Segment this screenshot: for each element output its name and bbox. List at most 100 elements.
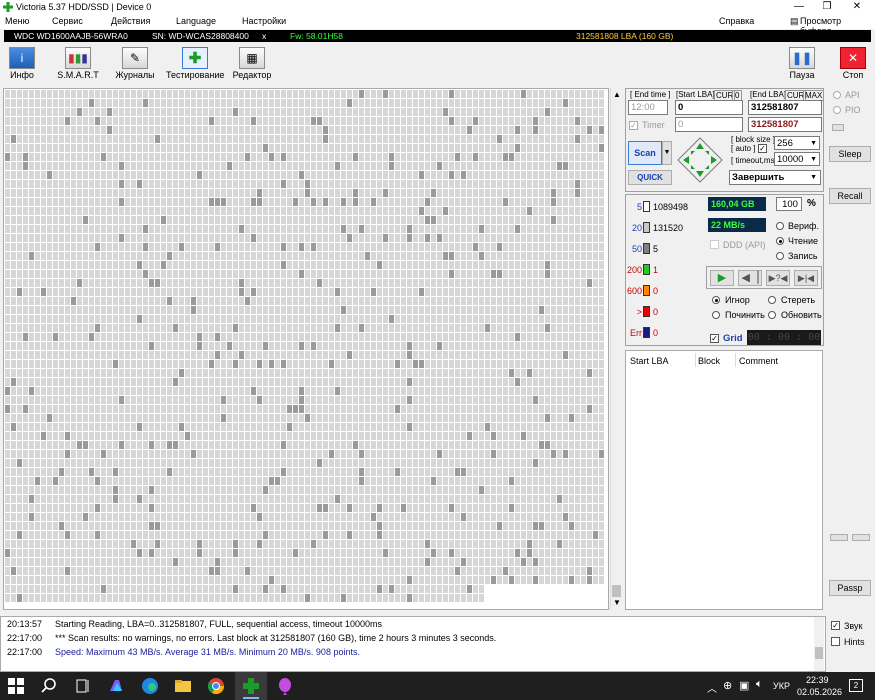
logs-label: Журналы bbox=[115, 70, 155, 80]
chevron-down-icon: ▼ bbox=[810, 174, 817, 181]
chrome-icon[interactable] bbox=[207, 677, 225, 695]
menu-actions[interactable]: Действия bbox=[111, 16, 150, 26]
logs-button[interactable]: ✎ Журналы bbox=[107, 45, 163, 83]
pio-label: PIO bbox=[845, 105, 861, 115]
close-icon[interactable]: ✕ bbox=[843, 0, 871, 14]
menu-main[interactable]: Меню bbox=[5, 16, 29, 26]
testing-button[interactable]: ✚ Тестирование bbox=[166, 45, 224, 83]
end-lba-input[interactable]: 312581807 bbox=[748, 100, 822, 115]
stat-color-swatch bbox=[643, 222, 650, 233]
log-time: 22:17:00 bbox=[7, 633, 43, 643]
pause-button[interactable]: ❚❚ Пауза bbox=[774, 45, 830, 83]
chevron-down-icon: ▼ bbox=[810, 156, 817, 163]
side-small-button-2[interactable] bbox=[852, 534, 870, 541]
play-icon[interactable]: ▶ bbox=[710, 270, 734, 286]
finish-action-select[interactable]: Завершить ▼ bbox=[729, 170, 821, 185]
start-lba-input[interactable]: 0 bbox=[675, 100, 743, 115]
scan-dropdown-icon[interactable]: ▼ bbox=[662, 141, 672, 165]
task-view-icon[interactable] bbox=[74, 677, 92, 695]
menu-service[interactable]: Сервис bbox=[52, 16, 83, 26]
volume-icon[interactable]: 🔈︎ bbox=[756, 678, 763, 691]
drive-bar[interactable]: WDC WD1600AAJB-56WRA0 SN: WD-WCAS2880840… bbox=[4, 30, 871, 42]
stop-button[interactable]: ✕ Стоп bbox=[825, 45, 875, 83]
sound-checkbox[interactable]: ✓ bbox=[831, 621, 840, 630]
auto-checkbox[interactable]: ✓ bbox=[758, 144, 767, 153]
passp-button[interactable]: Passp bbox=[829, 580, 871, 596]
scan-button[interactable]: Scan bbox=[628, 141, 662, 165]
copilot-icon[interactable] bbox=[107, 677, 125, 695]
stat-threshold-label: 5 bbox=[636, 202, 642, 212]
pause-label: Пауза bbox=[789, 70, 815, 80]
timer-checkbox[interactable]: ✓ bbox=[629, 121, 638, 130]
recall-button[interactable]: Recall bbox=[829, 188, 871, 204]
ddd-api-checkbox[interactable] bbox=[710, 240, 719, 249]
col-comment: Comment bbox=[739, 356, 779, 366]
skip-icon[interactable]: ▶?◀ bbox=[766, 270, 790, 286]
network-icon[interactable]: ⊕ bbox=[723, 679, 732, 692]
verify-label: Вериф. bbox=[788, 221, 819, 231]
menu-language[interactable]: Language bbox=[176, 16, 216, 26]
log-scroll-thumb[interactable] bbox=[815, 647, 823, 659]
erase-radio[interactable] bbox=[768, 296, 776, 304]
network-wired-icon[interactable]: ▣ bbox=[739, 679, 749, 692]
windows-start-icon[interactable] bbox=[7, 677, 25, 695]
info-button[interactable]: i Инфо bbox=[0, 45, 50, 83]
notification-icon[interactable]: 2 bbox=[849, 679, 863, 692]
write-radio[interactable] bbox=[776, 252, 784, 260]
smart-label: S.M.A.R.T bbox=[57, 70, 99, 80]
clock-time[interactable]: 22:39 bbox=[806, 675, 829, 685]
maximize-icon[interactable]: ❐ bbox=[813, 0, 841, 14]
scroll-down-icon[interactable]: ▼ bbox=[613, 598, 621, 607]
timeout-select[interactable]: 10000 ▼ bbox=[774, 152, 820, 166]
hints-checkbox[interactable] bbox=[831, 637, 840, 646]
language-indicator[interactable]: УКР bbox=[773, 681, 790, 691]
percent-sign: % bbox=[807, 198, 816, 209]
tray-chevron-icon[interactable]: ︿ bbox=[707, 680, 717, 695]
direction-pad[interactable] bbox=[677, 137, 723, 183]
end-icon[interactable]: ▶|◀ bbox=[794, 270, 818, 286]
drive-model: WDC WD1600AAJB-56WRA0 bbox=[14, 31, 128, 41]
victoria-task-button[interactable] bbox=[235, 672, 267, 700]
refresh-label: Обновить bbox=[781, 310, 822, 320]
grid-scrollbar[interactable]: ▲ ▼ bbox=[610, 88, 622, 610]
repair-radio[interactable] bbox=[712, 311, 720, 319]
scroll-thumb[interactable] bbox=[612, 585, 621, 597]
log-line: 22:17:00 *** Scan results: no warnings, n… bbox=[7, 633, 496, 643]
file-explorer-icon[interactable] bbox=[174, 677, 192, 695]
pio-radio[interactable] bbox=[833, 106, 841, 114]
minimize-icon[interactable]: — bbox=[785, 0, 813, 14]
log-line: 22:17:00 Speed: Maximum 43 MB/s. Average … bbox=[7, 647, 360, 657]
rewind-icon[interactable]: ◀▕ bbox=[738, 270, 762, 286]
app-balloon-icon[interactable] bbox=[276, 677, 294, 695]
api-radio[interactable] bbox=[833, 91, 841, 99]
write-label: Запись bbox=[788, 251, 818, 261]
timeout-label: [ timeout,ms ] bbox=[731, 156, 780, 165]
refresh-radio[interactable] bbox=[768, 311, 776, 319]
title-bar: Victoria 5.37 HDD/SSD | Device 0 — ❐ ✕ bbox=[0, 0, 875, 14]
log-scrollbar[interactable] bbox=[814, 617, 824, 671]
timer-input[interactable]: 0 bbox=[675, 117, 743, 132]
edge-icon[interactable] bbox=[141, 677, 159, 695]
end-lba-input-2[interactable]: 312581807 bbox=[748, 117, 822, 132]
finish-action-value: Завершить bbox=[732, 172, 785, 183]
grid-checkbox[interactable]: ✓ bbox=[710, 334, 719, 343]
search-icon[interactable] bbox=[40, 677, 58, 695]
drive-close-button[interactable]: x bbox=[262, 31, 266, 41]
menu-help[interactable]: Справка bbox=[719, 16, 754, 26]
sleep-button[interactable]: Sleep bbox=[829, 146, 871, 162]
verify-radio[interactable] bbox=[776, 222, 784, 230]
ignore-radio[interactable] bbox=[712, 296, 720, 304]
scroll-up-icon[interactable]: ▲ bbox=[613, 90, 621, 99]
read-radio[interactable] bbox=[776, 237, 784, 245]
api-label: API bbox=[845, 90, 860, 100]
quick-button[interactable]: QUICK bbox=[628, 170, 672, 185]
smart-icon: ▮ ▮ ▮ bbox=[65, 47, 91, 69]
editor-button[interactable]: ▦ Редактор bbox=[224, 45, 280, 83]
side-small-button-1[interactable] bbox=[830, 534, 848, 541]
speed-display: 22 MB/s bbox=[708, 218, 766, 232]
end-time-input[interactable]: 12:00 bbox=[628, 100, 668, 115]
clock-date[interactable]: 02.05.2026 bbox=[797, 687, 842, 697]
menu-settings[interactable]: Настройки bbox=[242, 16, 286, 26]
block-size-select[interactable]: 256 ▼ bbox=[774, 136, 820, 150]
smart-button[interactable]: ▮ ▮ ▮ S.M.A.R.T bbox=[50, 45, 106, 83]
